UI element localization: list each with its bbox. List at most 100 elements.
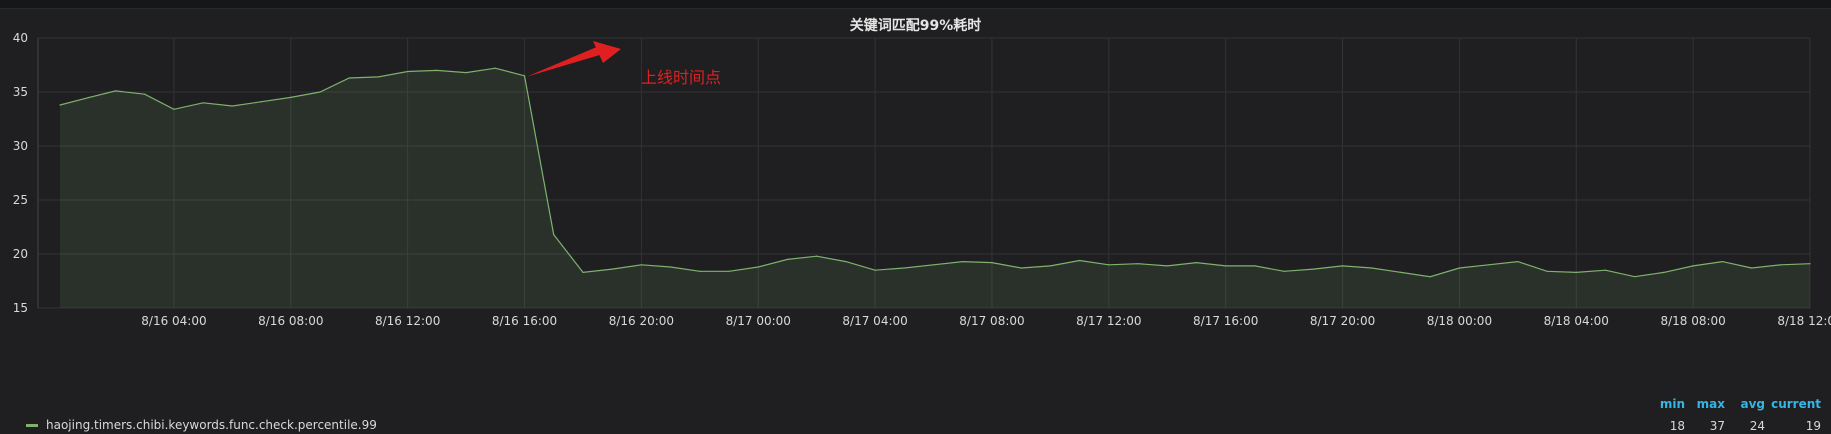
data-point: [1780, 264, 1782, 266]
y-tick-label: 15: [13, 301, 28, 315]
legend-item[interactable]: haojing.timers.chibi.keywords.func.check…: [26, 418, 377, 432]
x-tick-label: 8/18 04:00: [1544, 314, 1609, 328]
series-layer: [59, 67, 1811, 308]
data-point: [786, 258, 789, 260]
annotation-arrow-shaft: [526, 46, 603, 77]
data-point: [436, 69, 438, 71]
data-point: [114, 90, 117, 92]
data-point: [523, 75, 526, 77]
data-point: [1020, 267, 1022, 269]
data-point: [816, 255, 818, 257]
data-point: [582, 271, 584, 273]
data-point: [1195, 262, 1198, 264]
y-axis: 15 20 25 30 35 40: [13, 31, 39, 315]
data-point: [1634, 276, 1636, 278]
y-tick-label: 35: [13, 85, 28, 99]
data-point: [1546, 270, 1548, 272]
data-point: [348, 77, 350, 79]
data-point: [202, 102, 204, 104]
data-point: [1079, 259, 1081, 262]
data-point: [1254, 265, 1256, 267]
data-point: [1458, 267, 1461, 269]
series-area: [60, 68, 1810, 308]
data-point: [1400, 271, 1402, 273]
legend-stats-values: 18 37 24 19: [1645, 419, 1831, 433]
data-point: [1108, 264, 1110, 266]
legend-stats-header: min max avg current: [1645, 397, 1831, 411]
data-point: [991, 262, 993, 264]
stat-header-avg[interactable]: avg: [1725, 397, 1765, 411]
annotation-layer: [526, 41, 621, 77]
stat-header-max[interactable]: max: [1685, 397, 1725, 411]
stat-header-current[interactable]: current: [1765, 397, 1831, 411]
data-point: [699, 270, 701, 272]
data-point: [757, 266, 759, 268]
stat-value-current: 19: [1805, 419, 1821, 433]
y-tick-label: 40: [13, 31, 28, 45]
chart-svg: 15 20 25 30 35 40 8/16 04:00 8/16 08:00 8/16 12…: [13, 31, 1831, 328]
data-point: [903, 267, 905, 269]
x-tick-label: 8/18 00:00: [1427, 314, 1492, 328]
data-point: [611, 268, 613, 270]
data-point: [670, 266, 672, 268]
data-point: [640, 264, 642, 266]
graph-panel: 关键词匹配99%耗时 15 20 25 30 35 40 8/16 04:00 8/16 0…: [0, 8, 1831, 434]
x-tick-label: 8/17 12:00: [1076, 314, 1141, 328]
x-tick-label: 8/17 00:00: [726, 314, 791, 328]
legend-series-name: haojing.timers.chibi.keywords.func.check…: [46, 418, 377, 432]
legend-swatch: [26, 423, 38, 427]
data-point: [1488, 264, 1490, 266]
data-point: [1517, 260, 1519, 263]
data-point: [1371, 267, 1373, 269]
data-point: [874, 269, 876, 271]
data-point: [845, 260, 847, 263]
data-point: [144, 93, 146, 95]
data-point: [1429, 276, 1431, 278]
data-point: [1750, 267, 1753, 269]
data-point: [260, 101, 263, 103]
stat-value-max: 37: [1709, 419, 1725, 433]
data-point: [962, 260, 964, 263]
data-point: [932, 264, 935, 266]
stat-value-min: 18: [1669, 419, 1685, 433]
data-point: [1137, 263, 1139, 265]
data-point: [1225, 265, 1227, 267]
data-point: [728, 270, 730, 272]
stat-value-avg: 24: [1749, 419, 1765, 433]
annotation-label: 上线时间点: [641, 68, 722, 87]
data-point: [1341, 265, 1344, 267]
data-point: [494, 67, 496, 69]
data-point: [553, 233, 555, 236]
x-tick-label: 8/18 08:00: [1660, 314, 1725, 328]
data-point: [377, 76, 380, 78]
x-tick-label: 8/16 08:00: [258, 314, 323, 328]
data-point: [407, 70, 409, 73]
data-point: [88, 96, 90, 98]
x-tick-label: 8/17 04:00: [842, 314, 907, 328]
data-point: [1692, 265, 1694, 267]
y-tick-label: 20: [13, 247, 28, 261]
stat-header-min[interactable]: min: [1645, 397, 1685, 411]
y-tick-label: 30: [13, 139, 28, 153]
data-point: [290, 96, 292, 98]
data-point: [1604, 269, 1607, 271]
data-point: [1721, 260, 1723, 263]
data-point: [1166, 265, 1168, 267]
x-tick-label: 8/16 12:00: [375, 314, 440, 328]
data-point: [1312, 268, 1314, 270]
data-point: [231, 105, 233, 107]
y-tick-label: 25: [13, 193, 28, 207]
data-point: [59, 104, 61, 106]
data-point: [319, 91, 321, 93]
data-point: [1575, 271, 1577, 273]
x-tick-label: 8/16 20:00: [609, 314, 674, 328]
data-point: [465, 71, 467, 74]
x-tick-label: 8/17 20:00: [1310, 314, 1375, 328]
x-axis: 8/16 04:00 8/16 08:00 8/16 12:00 8/16 16:00…: [141, 314, 1831, 328]
x-tick-label: 8/16 16:00: [492, 314, 557, 328]
x-tick-label: 8/18 12:00: [1777, 314, 1831, 328]
data-point: [1049, 265, 1052, 267]
x-tick-label: 8/16 04:00: [141, 314, 206, 328]
data-point: [173, 108, 175, 110]
data-point: [1809, 263, 1811, 265]
